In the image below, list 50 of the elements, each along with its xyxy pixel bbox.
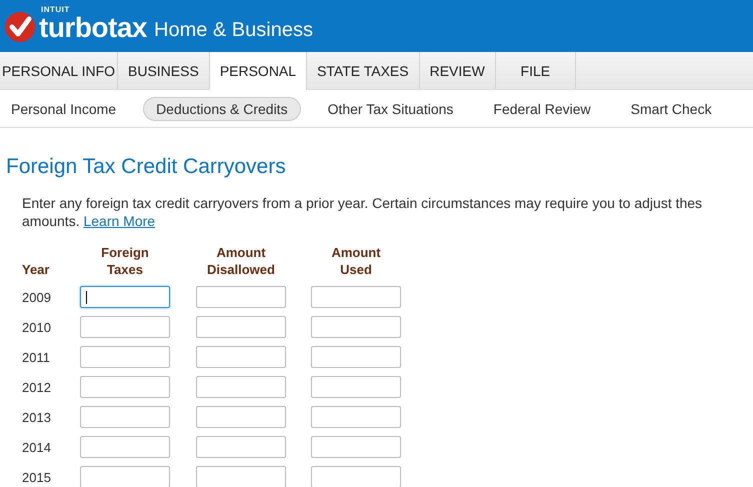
tab[interactable]: REVIEW xyxy=(420,52,496,89)
amount-field[interactable] xyxy=(80,466,170,487)
amount-field[interactable] xyxy=(311,286,401,308)
intro-text: Enter any foreign tax credit carryovers from a prior year. Certain circumstances may require you to adjust thes xyxy=(22,195,702,211)
amount-field[interactable] xyxy=(311,346,401,368)
amount-field[interactable] xyxy=(196,376,286,398)
amount-field[interactable] xyxy=(80,346,170,368)
year-label: 2015 xyxy=(22,470,52,484)
tab[interactable]: STATE TAXES xyxy=(307,52,420,89)
turbotax-wordmark: turbotax xyxy=(39,14,147,42)
amount-field[interactable] xyxy=(196,316,286,338)
amount-field[interactable] xyxy=(311,316,401,338)
year-label: 2010 xyxy=(22,320,52,334)
intuit-wordmark: INTUIT xyxy=(41,4,71,14)
page-title: Foreign Tax Credit Carryovers xyxy=(6,154,287,180)
column-header: Amount Used xyxy=(330,244,382,278)
year-label: 2011 xyxy=(22,350,51,364)
column-header: Amount Disallowed xyxy=(206,244,276,278)
amount-field[interactable] xyxy=(80,376,170,398)
subnav-item[interactable]: Smart Check xyxy=(618,96,725,120)
column-header: Year xyxy=(22,261,50,278)
amount-field[interactable] xyxy=(311,436,401,458)
amount-field[interactable] xyxy=(311,376,401,398)
year-label: 2009 xyxy=(22,290,52,304)
amount-field[interactable] xyxy=(80,286,170,308)
amount-field[interactable] xyxy=(196,406,286,428)
amount-field[interactable] xyxy=(311,406,401,428)
checkmark-logo-icon xyxy=(4,11,36,43)
amount-field[interactable] xyxy=(80,316,170,338)
amount-field[interactable] xyxy=(196,286,286,308)
learn-more-link[interactable]: Learn More xyxy=(83,213,156,229)
subnav-item[interactable]: Deductions & Credits xyxy=(143,96,301,120)
year-label: 2012 xyxy=(22,380,52,394)
intro-text: amounts. xyxy=(22,213,80,229)
column-header: Foreign Taxes xyxy=(100,244,150,278)
subnav-item[interactable]: Other Tax Situations xyxy=(314,96,466,120)
amount-field[interactable] xyxy=(80,436,170,458)
amount-field[interactable] xyxy=(196,346,286,368)
tab[interactable]: PERSONAL xyxy=(210,52,308,90)
tab[interactable]: PERSONAL INFO xyxy=(0,52,118,89)
product-name: Home & Business xyxy=(154,18,313,42)
year-label: 2014 xyxy=(22,440,52,454)
amount-field[interactable] xyxy=(311,466,401,487)
subnav-item[interactable]: Personal Income xyxy=(0,96,130,120)
amount-field[interactable] xyxy=(80,406,170,428)
amount-field[interactable] xyxy=(196,436,286,458)
tab[interactable]: FILE xyxy=(496,52,576,89)
amount-field[interactable] xyxy=(196,466,286,487)
year-label: 2013 xyxy=(22,410,52,424)
subnav-item[interactable]: Federal Review xyxy=(480,96,604,120)
